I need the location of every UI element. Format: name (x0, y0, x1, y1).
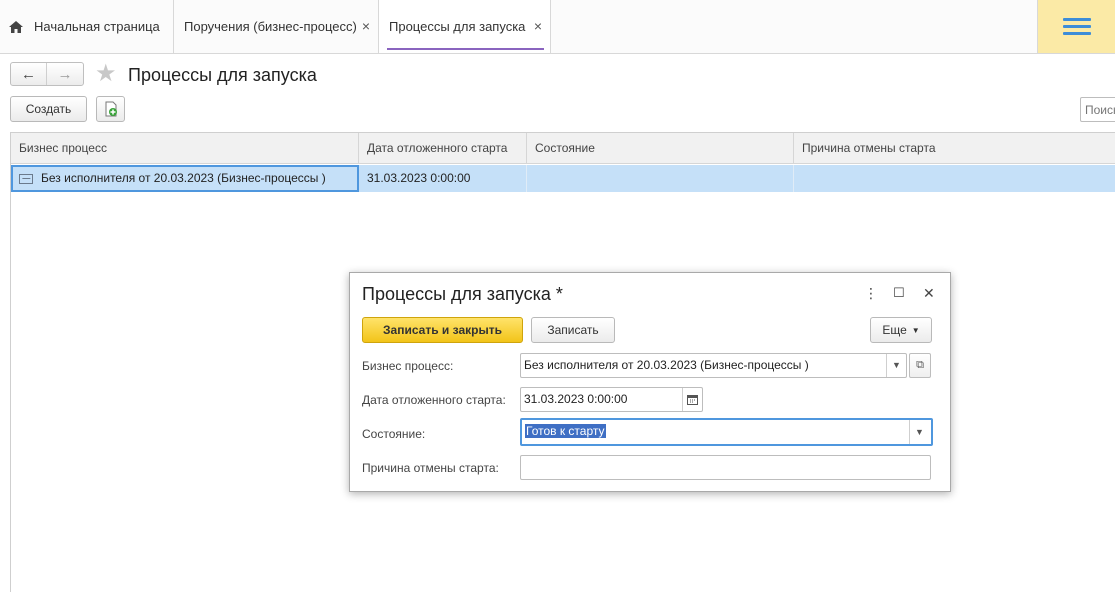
nav-buttons: ← → (10, 62, 84, 86)
state-field[interactable]: Готов к старту ▼ (520, 418, 933, 446)
table-header: Бизнес процесс Дата отложенного старта С… (11, 133, 1115, 164)
hamburger-icon (1062, 14, 1091, 39)
main-menu-button[interactable] (1037, 0, 1115, 53)
process-field[interactable]: Без исполнителя от 20.03.2023 (Бизнес-пр… (520, 353, 907, 378)
reason-field[interactable] (520, 455, 931, 480)
date-label: Дата отложенного старта: (362, 393, 506, 407)
state-field-value: Готов к старту (525, 424, 606, 438)
forward-button[interactable]: → (47, 63, 83, 85)
tab-tasks[interactable]: Поручения (бизнес-процесс) × (174, 0, 379, 53)
dropdown-arrow-icon[interactable]: ▼ (909, 420, 929, 444)
home-icon (9, 20, 23, 33)
date-field-value: 31.03.2023 0:00:00 (524, 392, 628, 406)
tab-processes[interactable]: Процессы для запуска × (379, 0, 551, 53)
maximize-icon[interactable]: ☐ (893, 285, 905, 301)
save-button[interactable]: Записать (531, 317, 615, 343)
tab-bar: Начальная страница Поручения (бизнес-про… (0, 0, 1115, 54)
business-process-icon (19, 173, 33, 184)
add-document-button[interactable] (96, 96, 125, 122)
back-button[interactable]: ← (11, 63, 47, 85)
cell-state[interactable] (527, 165, 794, 192)
calendar-icon[interactable] (682, 388, 702, 411)
close-dialog-icon[interactable]: ✕ (923, 285, 935, 302)
cell-process[interactable]: Без исполнителя от 20.03.2023 (Бизнес-пр… (11, 165, 359, 192)
dropdown-arrow-icon[interactable]: ▼ (886, 354, 906, 377)
more-button-label: Еще (882, 323, 907, 337)
cell-reason[interactable] (794, 165, 1115, 192)
column-header-process[interactable]: Бизнес процесс (11, 133, 359, 164)
table-row[interactable]: Без исполнителя от 20.03.2023 (Бизнес-пр… (11, 165, 1115, 192)
star-icon[interactable]: ★ (95, 62, 117, 86)
tab-home-label: Начальная страница (34, 19, 160, 34)
tab-home[interactable]: Начальная страница (0, 0, 174, 53)
open-link-icon[interactable]: ⧉ (909, 353, 931, 378)
tab-processes-label: Процессы для запуска (389, 19, 526, 34)
edit-dialog: Процессы для запуска * ⋮ ☐ ✕ Записать и … (349, 272, 951, 492)
reason-label: Причина отмены старта: (362, 461, 499, 475)
process-label: Бизнес процесс: (362, 359, 454, 373)
more-button[interactable]: Еще ▼ (870, 317, 932, 343)
dropdown-arrow-icon: ▼ (911, 325, 920, 335)
page-title: Процессы для запуска (128, 65, 317, 85)
close-icon[interactable]: × (362, 18, 370, 34)
more-vert-icon[interactable]: ⋮ (864, 285, 878, 302)
add-document-icon (105, 101, 117, 117)
date-field[interactable]: 31.03.2023 0:00:00 (520, 387, 703, 412)
search-input[interactable] (1080, 97, 1115, 122)
state-label: Состояние: (362, 427, 426, 441)
column-header-reason[interactable]: Причина отмены старта (794, 133, 1115, 164)
dialog-title: Процессы для запуска * (362, 284, 563, 304)
tab-tasks-label: Поручения (бизнес-процесс) (184, 19, 357, 34)
process-field-value: Без исполнителя от 20.03.2023 (Бизнес-пр… (524, 358, 809, 372)
column-header-date[interactable]: Дата отложенного старта (359, 133, 527, 164)
close-icon[interactable]: × (534, 18, 542, 34)
cell-process-text: Без исполнителя от 20.03.2023 (Бизнес-пр… (41, 171, 326, 185)
column-header-state[interactable]: Состояние (527, 133, 794, 164)
save-and-close-button[interactable]: Записать и закрыть (362, 317, 523, 343)
create-button[interactable]: Создать (10, 96, 87, 122)
cell-date[interactable]: 31.03.2023 0:00:00 (359, 165, 527, 192)
